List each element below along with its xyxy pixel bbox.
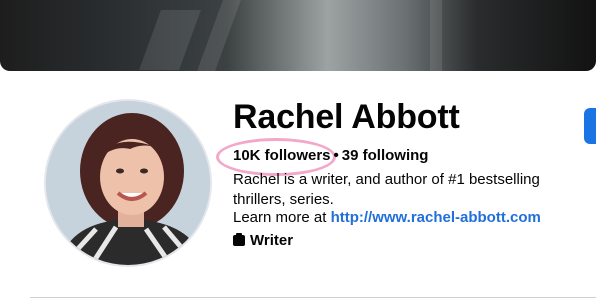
primary-action-button[interactable]	[584, 108, 596, 144]
stats-separator: •	[333, 147, 339, 164]
followers-link[interactable]: 10K followers	[233, 147, 331, 164]
category-label: Writer	[250, 232, 294, 249]
briefcase-icon	[233, 233, 245, 246]
profile-bio: Rachel is a writer, and author of #1 bes…	[233, 171, 540, 208]
profile-name: Rachel Abbott	[233, 98, 460, 136]
learn-more-prefix: Learn more at	[233, 209, 327, 226]
website-link[interactable]: http://www.rachel-abbott.com	[331, 209, 541, 226]
profile-avatar[interactable]	[44, 99, 212, 267]
cover-photo[interactable]	[0, 0, 596, 71]
learn-more-line: Learn more at http://www.rachel-abbott.c…	[233, 209, 541, 226]
profile-category: Writer	[233, 232, 293, 249]
section-divider	[30, 297, 596, 298]
follow-stats: 10K followers • 39 following	[233, 147, 428, 164]
avatar-portrait	[46, 101, 210, 265]
following-link[interactable]: 39 following	[342, 147, 429, 164]
